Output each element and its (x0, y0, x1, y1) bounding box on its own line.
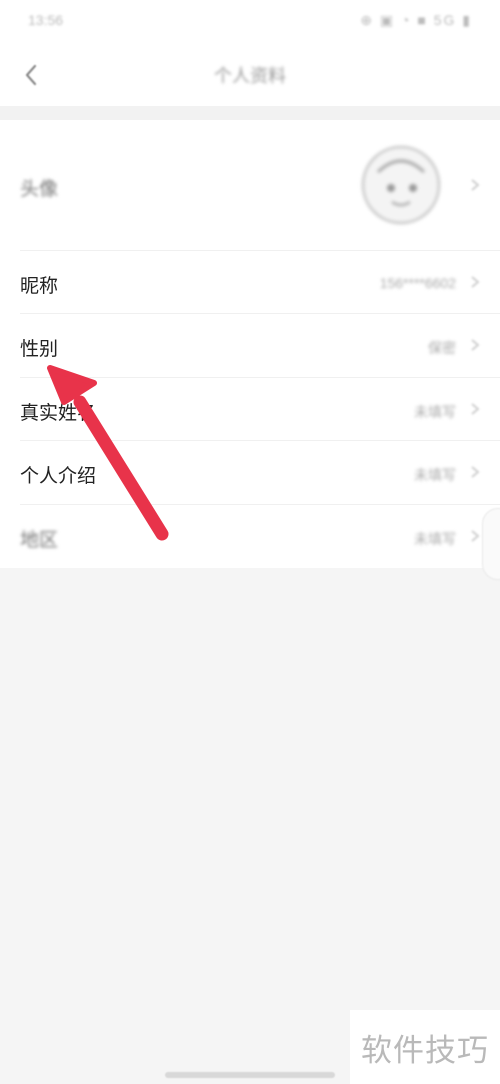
introduction-label: 个人介绍 (20, 466, 97, 487)
nickname-label: 昵称 (20, 276, 59, 297)
home-indicator[interactable] (165, 1072, 335, 1078)
region-value: 未填写 (414, 531, 456, 547)
watermark-text: 软件技巧 (361, 1032, 489, 1068)
profile-list: 头像 昵称 156****6602 性别 保密 真实姓名 未填写 个人介绍 未填… (0, 120, 500, 580)
introduction-row[interactable]: 个人介绍 未填写 (0, 441, 500, 504)
avatar (362, 146, 440, 224)
real-name-row[interactable]: 真实姓名 未填写 (0, 378, 500, 440)
back-button[interactable] (14, 58, 48, 92)
status-bar: 13:56 ⊕ ▣ ◔ ■ 5G ▮ (0, 0, 500, 44)
introduction-value: 未填写 (414, 467, 456, 483)
chevron-right-icon (471, 466, 480, 478)
nickname-value: 156****6602 (379, 275, 456, 291)
chevron-right-icon (471, 276, 480, 288)
real-name-value: 未填写 (414, 404, 456, 420)
chevron-right-icon (471, 179, 480, 191)
avatar-row[interactable]: 头像 (0, 120, 500, 250)
page-title: 个人资料 (214, 66, 286, 86)
chevron-right-icon (471, 403, 480, 415)
section-gap (0, 106, 500, 120)
gender-row[interactable]: 性别 保密 (0, 314, 500, 377)
region-label: 地区 (20, 530, 59, 551)
side-handle[interactable] (482, 508, 500, 580)
chevron-left-icon (25, 64, 37, 86)
status-icons: ⊕ ▣ ◔ ■ 5G ▮ (360, 12, 472, 28)
nickname-row[interactable]: 昵称 156****6602 (0, 251, 500, 313)
nav-bar: 个人资料 (0, 44, 500, 106)
region-row[interactable]: 地区 未填写 (0, 505, 500, 568)
avatar-row-label: 头像 (20, 179, 59, 200)
status-time: 13:56 (28, 12, 64, 28)
watermark: 软件技巧 (350, 1010, 500, 1084)
gender-value: 保密 (428, 340, 456, 356)
chevron-right-icon (471, 530, 480, 542)
chevron-right-icon (471, 339, 480, 351)
real-name-label: 真实姓名 (20, 403, 97, 424)
gender-label: 性别 (20, 339, 59, 360)
